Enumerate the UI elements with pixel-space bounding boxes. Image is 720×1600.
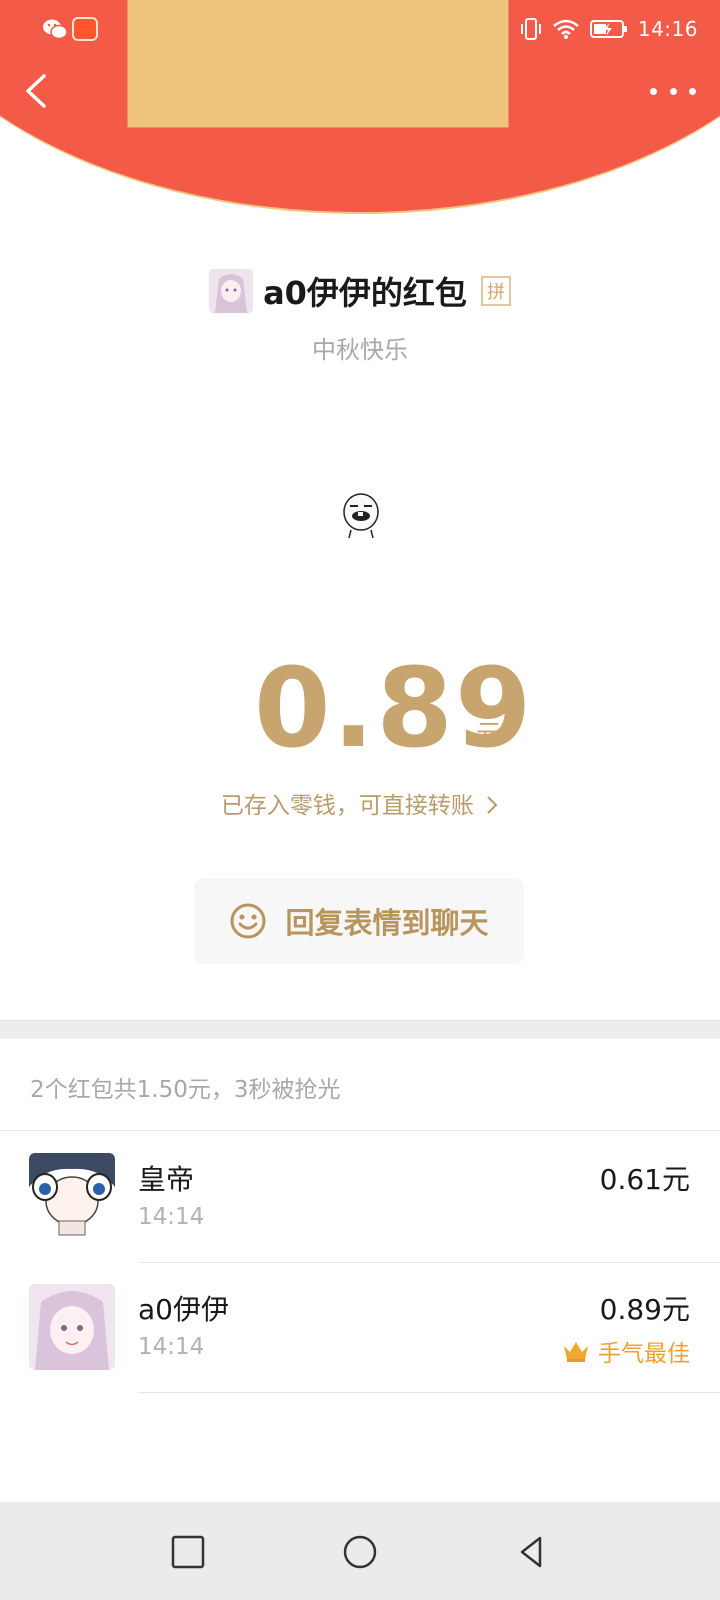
entry-time: 14:14 (138, 1334, 205, 1360)
more-options-button[interactable] (650, 76, 696, 106)
avatar[interactable] (29, 1153, 115, 1239)
recent-apps-button[interactable] (166, 1530, 210, 1574)
reply-sticker-label: 回复表情到聊天 (285, 906, 489, 940)
sender-avatar[interactable] (209, 269, 254, 313)
entry-amount: 0.89元 (599, 1293, 690, 1326)
section-divider (0, 1020, 720, 1039)
best-luck-badge: 手气最佳 (562, 1334, 690, 1368)
notification-app-icon (72, 17, 98, 41)
more-dot-icon (650, 87, 657, 95)
back-nav-button[interactable] (510, 1530, 554, 1574)
wechat-icon (43, 19, 68, 40)
chevron-right-icon (487, 796, 498, 814)
amount-unit: 元 (476, 720, 503, 750)
summary-divider (0, 1130, 720, 1131)
greeting-message: 中秋快乐 (312, 336, 408, 364)
more-dot-icon (689, 87, 696, 95)
row-divider (138, 1262, 720, 1263)
reply-sticker-button[interactable]: 回复表情到聊天 (194, 878, 524, 964)
vibrate-icon (520, 18, 541, 40)
status-bar: 14:16 (0, 0, 720, 58)
amount-row: 0.89 元 (0, 648, 720, 768)
packet-summary: 2个红包共1.50元，3秒被抢光 (30, 1077, 341, 1103)
home-button[interactable] (338, 1530, 382, 1574)
crown-icon (564, 1342, 588, 1362)
best-luck-label: 手气最佳 (598, 1341, 690, 1367)
row-divider (138, 1392, 720, 1393)
entry-time: 14:14 (138, 1204, 205, 1230)
sticker-face-icon (343, 493, 379, 539)
system-nav-bar (0, 1502, 720, 1600)
entry-name: 皇帝 (138, 1163, 195, 1196)
status-time: 14:16 (637, 17, 698, 41)
entry-amount: 0.61元 (599, 1163, 690, 1196)
back-button[interactable] (18, 70, 54, 112)
sender-title: a0伊伊的红包 (263, 274, 467, 312)
wifi-icon (553, 19, 579, 39)
more-dot-icon (669, 87, 677, 95)
deposit-link-text: 已存入零钱，可直接转账 (220, 793, 474, 819)
deposit-link[interactable]: 已存入零钱，可直接转账 (0, 786, 720, 820)
avatar[interactable] (29, 1284, 115, 1370)
status-indicators: 14:16 (520, 16, 698, 42)
smiley-icon (230, 903, 266, 939)
red-packet-detail-page: 14:16 a0伊伊的红包 拼 中秋快乐 0.89 元 已存入零钱，可直接转账 … (0, 0, 720, 1600)
entry-name: a0伊伊 (138, 1293, 229, 1326)
pin-badge: 拼 (480, 276, 511, 306)
sender-row: a0伊伊的红包 拼 (0, 268, 720, 314)
battery-charging-icon (589, 20, 627, 38)
